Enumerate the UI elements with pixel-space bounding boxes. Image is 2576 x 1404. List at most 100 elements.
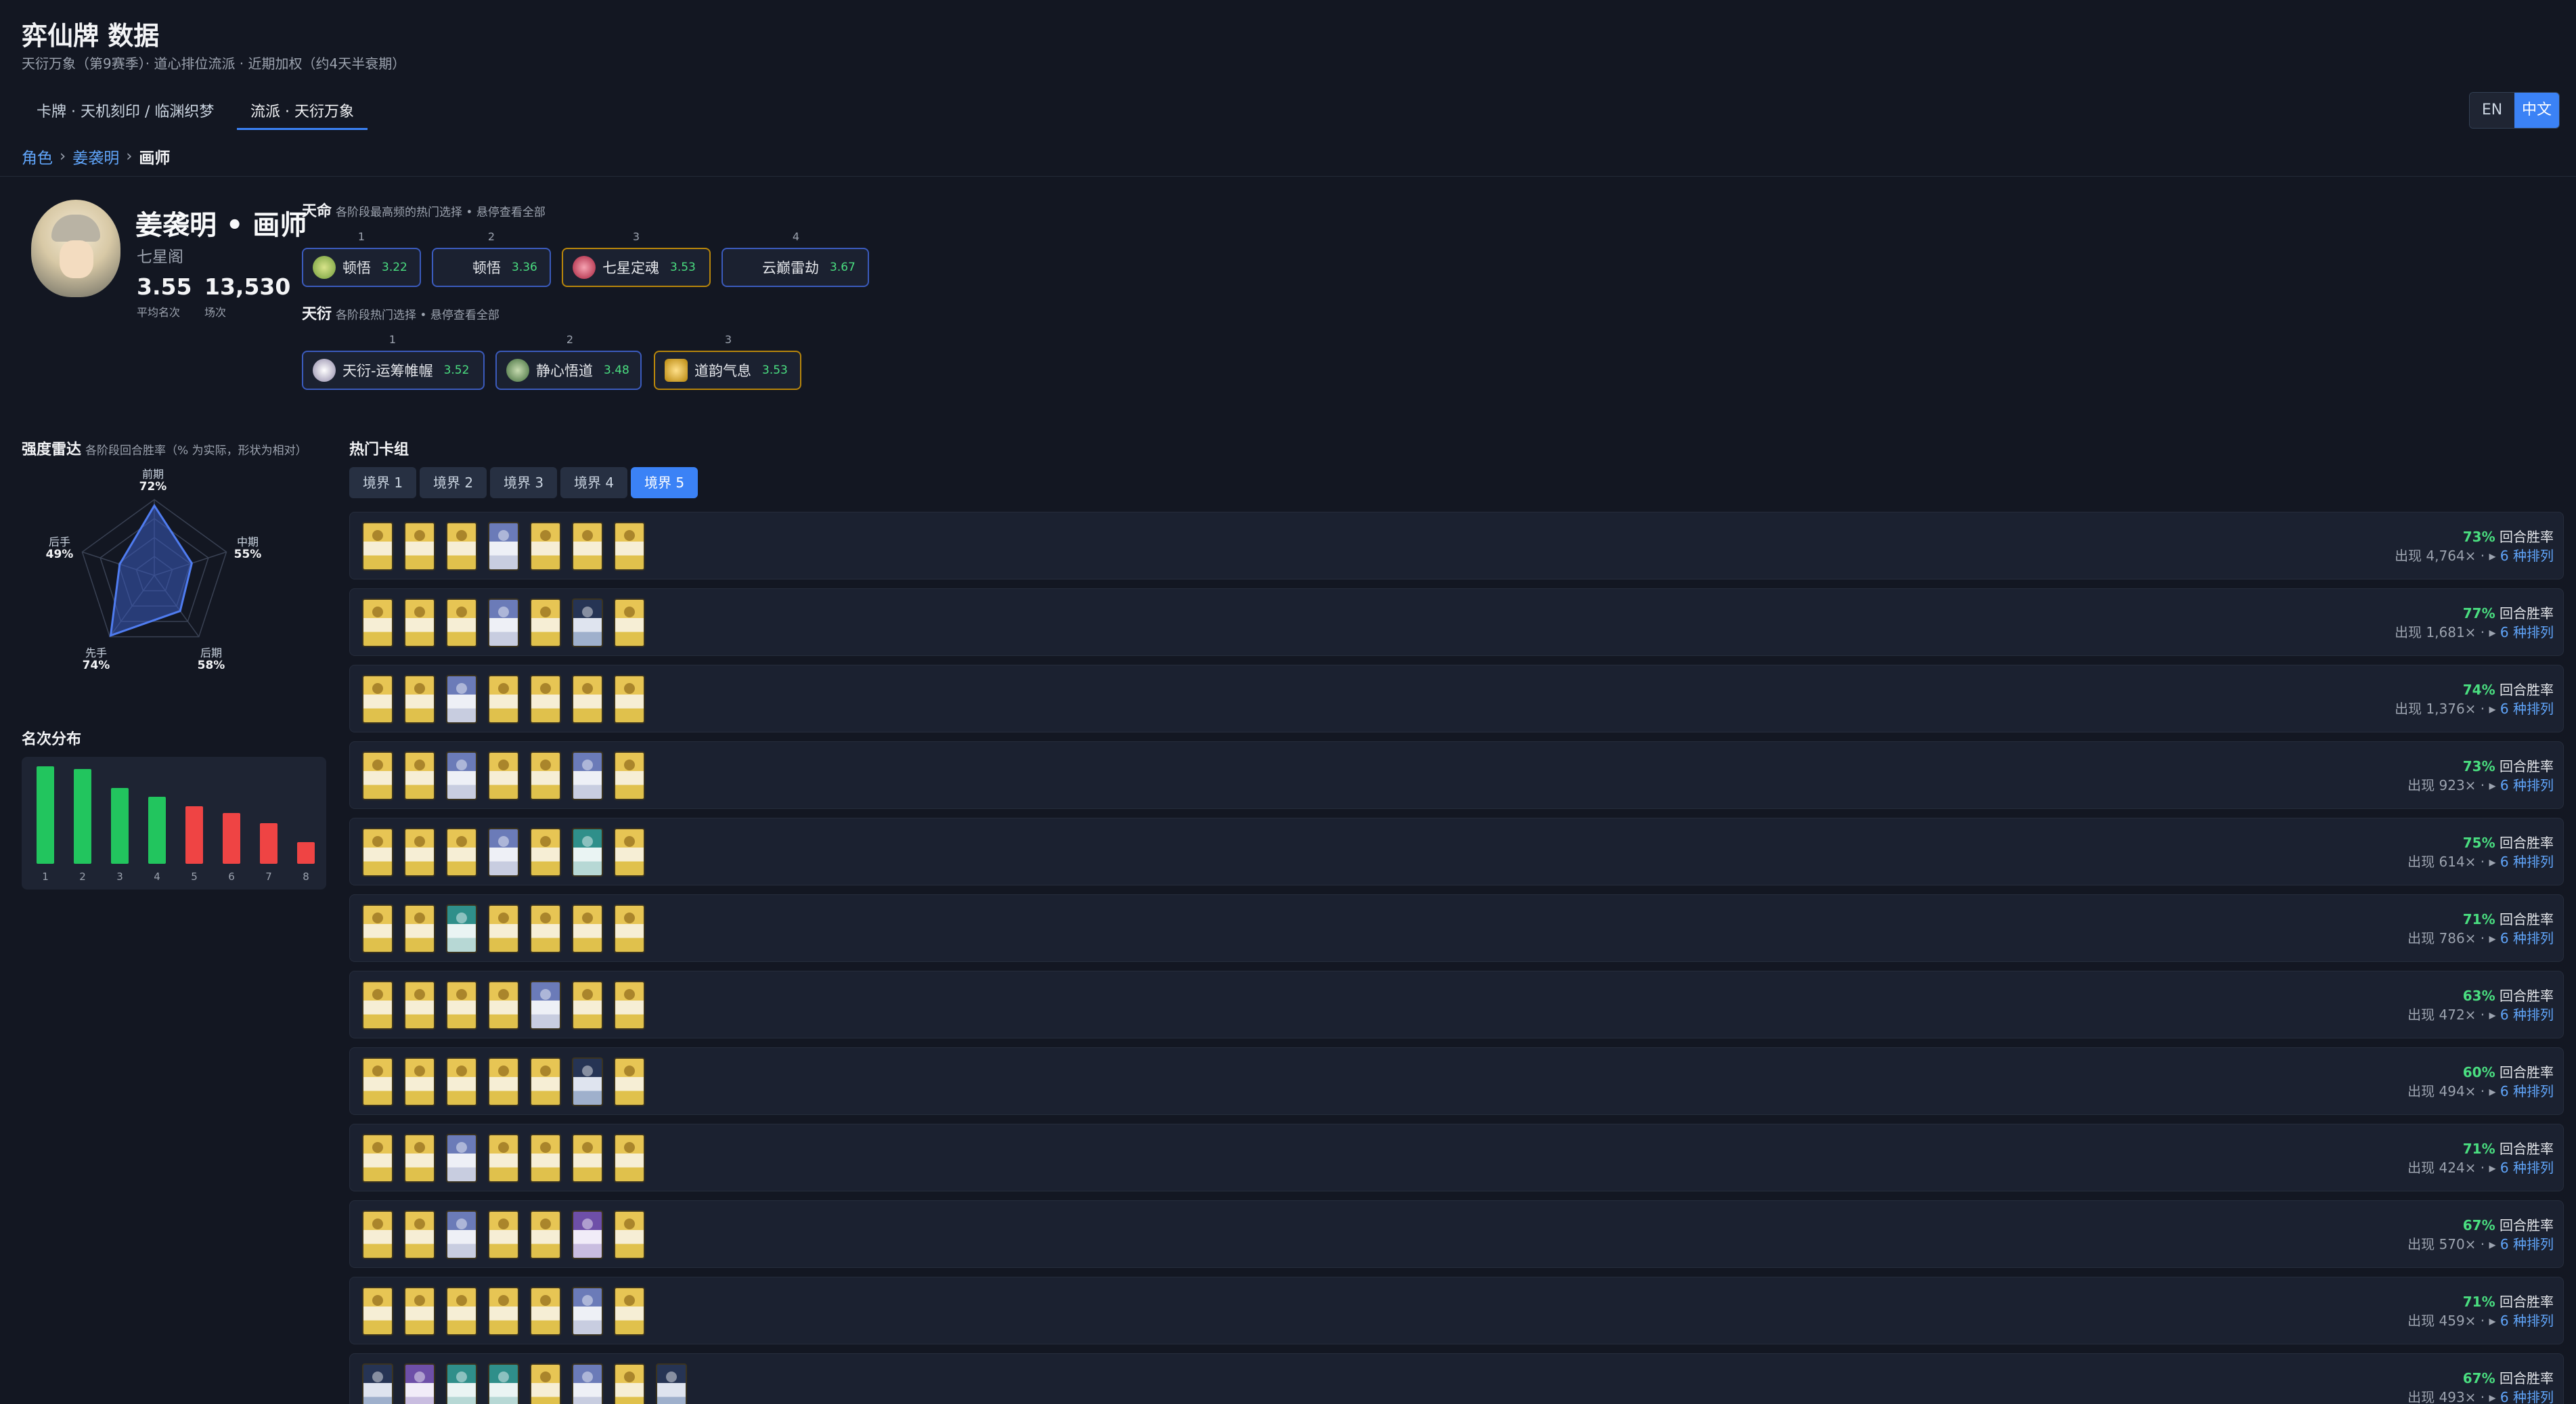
card-thumbnail[interactable] — [530, 981, 561, 1030]
card-thumbnail[interactable] — [572, 1057, 603, 1106]
breadcrumb-root-link[interactable]: 角色 — [22, 145, 53, 168]
card-thumbnail[interactable] — [446, 675, 477, 724]
card-thumbnail[interactable] — [362, 828, 393, 877]
card-thumbnail[interactable] — [446, 598, 477, 647]
deck-variants-link[interactable]: 6 种排列 — [2500, 1083, 2554, 1099]
card-thumbnail[interactable] — [488, 1134, 519, 1183]
card-thumbnail[interactable] — [614, 904, 645, 953]
card-thumbnail[interactable] — [404, 522, 435, 571]
card-thumbnail[interactable] — [572, 981, 603, 1030]
deck-row[interactable]: 71% 回合胜率 出现 459× · ▸ 6 种排列 — [349, 1277, 2564, 1344]
tianyan-pick-1[interactable]: 天衍-运筹帷幄 3.52 — [302, 351, 485, 390]
card-thumbnail[interactable] — [488, 598, 519, 647]
deck-row[interactable]: 73% 回合胜率 出现 4,764× · ▸ 6 种排列 — [349, 512, 2564, 579]
card-thumbnail[interactable] — [614, 1134, 645, 1183]
card-thumbnail[interactable] — [404, 904, 435, 953]
deck-row[interactable]: 77% 回合胜率 出现 1,681× · ▸ 6 种排列 — [349, 588, 2564, 656]
lang-en-button[interactable]: EN — [2470, 93, 2514, 128]
deck-row[interactable]: 71% 回合胜率 出现 424× · ▸ 6 种排列 — [349, 1124, 2564, 1191]
realm-tab-1[interactable]: 境界 1 — [349, 467, 417, 498]
card-thumbnail[interactable] — [362, 751, 393, 800]
deck-variants-link[interactable]: 6 种排列 — [2500, 701, 2554, 717]
card-thumbnail[interactable] — [530, 1057, 561, 1106]
card-thumbnail[interactable] — [530, 1287, 561, 1336]
card-thumbnail[interactable] — [530, 1363, 561, 1404]
deck-variants-link[interactable]: 6 种排列 — [2500, 1389, 2554, 1404]
card-thumbnail[interactable] — [404, 1057, 435, 1106]
deck-variants-link[interactable]: 6 种排列 — [2500, 854, 2554, 870]
card-thumbnail[interactable] — [446, 1134, 477, 1183]
tab-cards[interactable]: 卡牌 · 天机刻印 / 临渊织梦 — [23, 100, 227, 130]
deck-row[interactable]: 71% 回合胜率 出现 786× · ▸ 6 种排列 — [349, 894, 2564, 962]
destiny-pick-2[interactable]: 顿悟 3.36 — [432, 248, 551, 287]
card-thumbnail[interactable] — [404, 1363, 435, 1404]
card-thumbnail[interactable] — [446, 904, 477, 953]
deck-row[interactable]: 73% 回合胜率 出现 923× · ▸ 6 种排列 — [349, 741, 2564, 809]
card-thumbnail[interactable] — [488, 1210, 519, 1259]
card-thumbnail[interactable] — [530, 1134, 561, 1183]
deck-row[interactable]: 75% 回合胜率 出现 614× · ▸ 6 种排列 — [349, 818, 2564, 885]
card-thumbnail[interactable] — [614, 1363, 645, 1404]
deck-row[interactable]: 74% 回合胜率 出现 1,376× · ▸ 6 种排列 — [349, 665, 2564, 732]
card-thumbnail[interactable] — [572, 522, 603, 571]
tianyan-pick-3[interactable]: 道韵气息 3.53 — [654, 351, 801, 390]
card-thumbnail[interactable] — [488, 1363, 519, 1404]
card-thumbnail[interactable] — [614, 751, 645, 800]
card-thumbnail[interactable] — [614, 981, 645, 1030]
deck-row[interactable]: 60% 回合胜率 出现 494× · ▸ 6 种排列 — [349, 1047, 2564, 1115]
deck-variants-link[interactable]: 6 种排列 — [2500, 1236, 2554, 1252]
lang-zh-button[interactable]: 中文 — [2514, 93, 2559, 128]
card-thumbnail[interactable] — [362, 1057, 393, 1106]
deck-row[interactable]: 67% 回合胜率 出现 570× · ▸ 6 种排列 — [349, 1200, 2564, 1268]
card-thumbnail[interactable] — [488, 1057, 519, 1106]
card-thumbnail[interactable] — [446, 981, 477, 1030]
card-thumbnail[interactable] — [404, 1210, 435, 1259]
card-thumbnail[interactable] — [362, 675, 393, 724]
deck-row[interactable]: 67% 回合胜率 出现 493× · ▸ 6 种排列 — [349, 1353, 2564, 1404]
deck-variants-link[interactable]: 6 种排列 — [2500, 777, 2554, 793]
realm-tab-2[interactable]: 境界 2 — [420, 467, 487, 498]
realm-tab-4[interactable]: 境界 4 — [560, 467, 628, 498]
card-thumbnail[interactable] — [488, 675, 519, 724]
card-thumbnail[interactable] — [614, 675, 645, 724]
card-thumbnail[interactable] — [362, 1210, 393, 1259]
card-thumbnail[interactable] — [488, 904, 519, 953]
card-thumbnail[interactable] — [572, 1210, 603, 1259]
deck-variants-link[interactable]: 6 种排列 — [2500, 1160, 2554, 1176]
card-thumbnail[interactable] — [446, 1210, 477, 1259]
realm-tab-3[interactable]: 境界 3 — [490, 467, 558, 498]
card-thumbnail[interactable] — [572, 1287, 603, 1336]
deck-variants-link[interactable]: 6 种排列 — [2500, 1007, 2554, 1023]
card-thumbnail[interactable] — [488, 828, 519, 877]
card-thumbnail[interactable] — [404, 675, 435, 724]
card-thumbnail[interactable] — [572, 828, 603, 877]
card-thumbnail[interactable] — [362, 904, 393, 953]
card-thumbnail[interactable] — [614, 1287, 645, 1336]
card-thumbnail[interactable] — [362, 598, 393, 647]
card-thumbnail[interactable] — [404, 751, 435, 800]
deck-variants-link[interactable]: 6 种排列 — [2500, 930, 2554, 946]
card-thumbnail[interactable] — [488, 1287, 519, 1336]
card-thumbnail[interactable] — [614, 828, 645, 877]
destiny-pick-1[interactable]: 顿悟 3.22 — [302, 248, 421, 287]
breadcrumb-character-link[interactable]: 姜袭明 — [72, 145, 119, 168]
destiny-pick-4[interactable]: 云巅雷劫 3.67 — [721, 248, 869, 287]
deck-variants-link[interactable]: 6 种排列 — [2500, 624, 2554, 640]
card-thumbnail[interactable] — [614, 1057, 645, 1106]
card-thumbnail[interactable] — [362, 1363, 393, 1404]
card-thumbnail[interactable] — [404, 981, 435, 1030]
card-thumbnail[interactable] — [446, 1287, 477, 1336]
card-thumbnail[interactable] — [614, 1210, 645, 1259]
card-thumbnail[interactable] — [404, 828, 435, 877]
card-thumbnail[interactable] — [446, 751, 477, 800]
card-thumbnail[interactable] — [614, 522, 645, 571]
deck-variants-link[interactable]: 6 种排列 — [2500, 1313, 2554, 1329]
card-thumbnail[interactable] — [404, 1287, 435, 1336]
card-thumbnail[interactable] — [656, 1363, 687, 1404]
deck-variants-link[interactable]: 6 种排列 — [2500, 548, 2554, 564]
card-thumbnail[interactable] — [572, 1363, 603, 1404]
card-thumbnail[interactable] — [446, 522, 477, 571]
card-thumbnail[interactable] — [530, 675, 561, 724]
card-thumbnail[interactable] — [488, 751, 519, 800]
card-thumbnail[interactable] — [530, 598, 561, 647]
